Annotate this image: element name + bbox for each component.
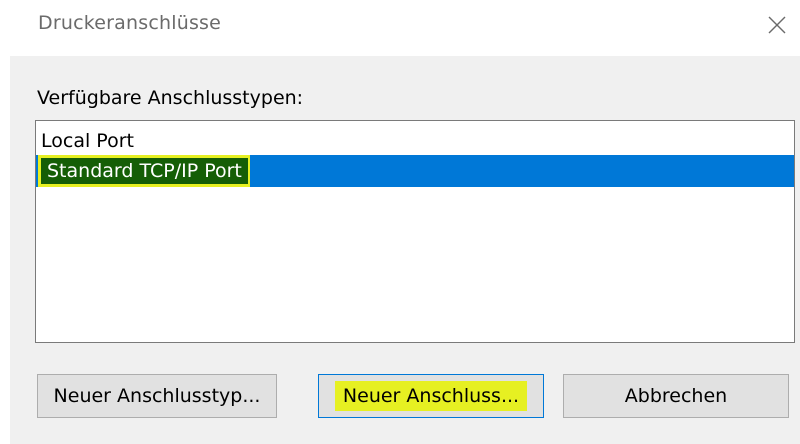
cancel-label: Abbrechen: [624, 385, 728, 407]
list-item-label: Standard TCP/IP Port: [38, 155, 250, 187]
port-types-label: Verfügbare Anschlusstypen:: [37, 87, 304, 109]
list-item-standard-tcpip-port[interactable]: Standard TCP/IP Port: [36, 155, 794, 187]
title-bar: Druckeranschlüsse: [0, 0, 800, 56]
dialog-body: Verfügbare Anschlusstypen: Local Port St…: [10, 56, 800, 444]
new-port-type-label: Neuer Anschlusstyp...: [53, 385, 261, 407]
new-port-label: Neuer Anschluss...: [334, 381, 528, 411]
cancel-button[interactable]: Abbrechen: [563, 374, 789, 418]
close-icon: [768, 16, 786, 34]
close-button[interactable]: [754, 0, 800, 50]
new-port-type-button[interactable]: Neuer Anschlusstyp...: [37, 374, 277, 418]
list-item-label: Local Port: [41, 130, 134, 152]
new-port-button[interactable]: Neuer Anschluss...: [318, 374, 544, 418]
port-types-list[interactable]: Local Port Standard TCP/IP Port: [35, 120, 795, 343]
dialog-title: Druckeranschlüsse: [38, 12, 222, 34]
list-item-local-port[interactable]: Local Port: [36, 129, 336, 153]
printer-ports-dialog: Druckeranschlüsse Verfügbare Anschlussty…: [0, 0, 800, 444]
